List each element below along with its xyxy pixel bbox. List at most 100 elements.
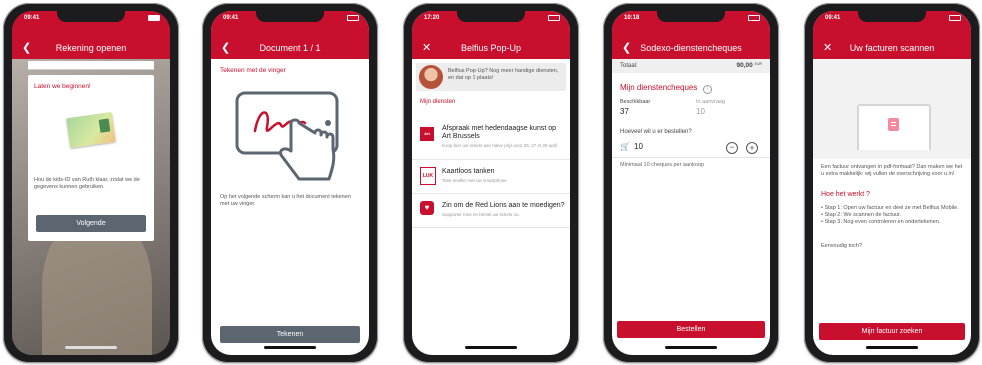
header: ❮ Sodexo-dienstencheques <box>612 39 770 57</box>
outro-text: Eenvoudig toch? <box>821 243 862 249</box>
home-indicator <box>264 346 316 349</box>
back-icon[interactable]: ❮ <box>622 39 631 57</box>
status-time: 09:41 <box>223 15 239 21</box>
screen: 10:18 ❮ Sodexo-dienstencheques Totaal: 9… <box>612 11 770 355</box>
document-line <box>891 122 896 123</box>
document-icon <box>888 118 899 131</box>
intro-text: Een factuur ontvangen in pdf-formaat? Da… <box>821 164 963 177</box>
header: ✕ Belfius Pop-Up <box>412 39 570 57</box>
luk-logo: LUK <box>420 167 436 185</box>
phone-dienstencheques: 10:18 ❮ Sodexo-dienstencheques Totaal: 9… <box>603 3 779 363</box>
id-photo <box>98 118 111 133</box>
close-icon[interactable]: ✕ <box>823 39 832 57</box>
list-item[interactable]: Art Afspraak met hedendaagse kunst op Ar… <box>412 119 570 160</box>
increase-button[interactable]: + <box>746 142 758 154</box>
page-title: Belfius Pop-Up <box>460 43 522 53</box>
home-indicator <box>665 346 717 349</box>
page-title: Rekening openen <box>55 43 127 53</box>
page-title: Sodexo-dienstencheques <box>640 43 742 53</box>
battery-icon <box>347 15 359 21</box>
total-value: 90,00 EUR <box>737 62 762 69</box>
status-time: 10:18 <box>624 15 640 21</box>
notch <box>256 11 324 22</box>
battery-icon <box>748 15 760 21</box>
step-text: Stap 3: Nog even controleren en ondertek… <box>824 219 941 225</box>
minimum-note: Minimaal 10 cheques per aankoop <box>620 162 705 168</box>
phone-facturen-scannen: 09:41 ✕ Uw facturen scannen Een factuur … <box>804 3 980 363</box>
total-amount: 90,00 <box>736 62 753 69</box>
card-text: Hou de kids-ID van Ruth klaar, zodat we … <box>34 177 140 190</box>
list-item-title: Kaartloos tanken <box>442 168 495 175</box>
battery-icon <box>148 15 160 21</box>
sign-button[interactable]: Tekenen <box>220 326 360 343</box>
home-indicator <box>866 346 918 349</box>
tablet-button <box>325 120 331 126</box>
page-title: Uw facturen scannen <box>849 43 935 53</box>
list-item-title: Zin om de Red Lions aan te moedigen? <box>442 202 565 209</box>
screen: 09:41 ❮ Document 1 / 1 Tekenen met de vi… <box>211 11 369 355</box>
back-icon[interactable]: ❮ <box>221 39 230 57</box>
order-question: Hoeveel wil u er bestellen? <box>620 129 692 135</box>
quantity-input[interactable]: 10 <box>634 142 643 151</box>
battery-icon <box>949 15 961 21</box>
section-title: Mijn dienstencheques i <box>620 83 712 94</box>
status-time: 09:41 <box>24 15 40 21</box>
step-item: • Stap 3: Nog even controleren en ondert… <box>821 219 941 225</box>
list-item[interactable]: LUK Kaartloos tanken Tank sneller met uw… <box>412 161 570 194</box>
header: ❮ Document 1 / 1 <box>211 39 369 57</box>
available-value: 37 <box>620 107 629 116</box>
step-item: • Stap 2: We scannen de factuur. <box>821 212 902 218</box>
next-button[interactable]: Volgende <box>36 215 146 232</box>
illustration-panel <box>813 59 971 159</box>
section-title-text: Mijn dienstencheques <box>620 83 698 92</box>
screen: 17:20 ✕ Belfius Pop-Up Belfius Pop-Up? N… <box>412 11 570 355</box>
heart-logo: ♥ <box>420 201 434 215</box>
page-title: Document 1 / 1 <box>259 43 321 53</box>
pending-label: In aanvraag <box>696 99 726 105</box>
list-item[interactable]: ♥ Zin om de Red Lions aan te moedigen? S… <box>412 195 570 228</box>
id-card-illustration <box>66 111 116 149</box>
phone-rekening-openen: 09:41 ❮ Rekening openen Laten we beginne… <box>3 3 179 363</box>
instruction-note: Op het volgende scherm kan u het documen… <box>220 194 351 207</box>
step-text: Stap 1: Open uw factuur en deel ze met B… <box>824 205 959 211</box>
phone-document: 09:41 ❮ Document 1 / 1 Tekenen met de vi… <box>202 3 378 363</box>
total-unit: EUR <box>754 62 762 66</box>
total-label: Totaal: <box>620 63 638 69</box>
list-item-desc: Tank sneller met uw smartphone <box>442 178 507 183</box>
document-line <box>891 125 896 126</box>
status-time: 17:20 <box>424 15 440 21</box>
card-heading: Laten we beginnen! <box>34 83 91 90</box>
input-strip <box>28 61 154 70</box>
home-indicator <box>465 346 517 349</box>
pending-value: 10 <box>696 107 705 116</box>
step-text: Stap 2: We scannen de factuur. <box>824 212 902 218</box>
signature-tablet-illustration <box>235 91 339 181</box>
promo-banner: Belfius Pop-Up? Nog meer handige dienste… <box>416 63 566 91</box>
decrease-button[interactable]: − <box>726 142 738 154</box>
list-item-title: Afspraak met hedendaagse kunst op Art Br… <box>442 125 557 140</box>
close-icon[interactable]: ✕ <box>422 39 431 57</box>
home-indicator <box>65 346 117 349</box>
back-icon[interactable]: ❮ <box>22 39 31 57</box>
total-row: Totaal: 90,00 EUR <box>612 59 770 73</box>
cart-icon: 🛒 <box>620 142 630 151</box>
order-button[interactable]: Bestellen <box>617 321 765 338</box>
section-title: Mijn diensten <box>420 99 456 105</box>
battery-icon <box>548 15 560 21</box>
instruction-text: Tekenen met de vinger <box>220 67 286 74</box>
notch <box>858 11 926 22</box>
how-it-works-title: Hoe het werkt ? <box>821 191 871 198</box>
divider <box>612 157 770 158</box>
available-label: Beschikbaar <box>620 99 651 105</box>
notch <box>657 11 725 22</box>
notch <box>57 11 125 22</box>
list-item-desc: Supporter mee en bestel uw tickets nu. <box>442 212 520 217</box>
scan-frame-icon <box>857 104 931 150</box>
step-item: • Stap 1: Open uw factuur en deel ze met… <box>821 205 959 211</box>
info-icon[interactable]: i <box>702 85 712 94</box>
screen: 09:41 ❮ Rekening openen Laten we beginne… <box>12 11 170 355</box>
steps-list: • Stap 1: Open uw factuur en deel ze met… <box>821 205 965 226</box>
art-brussels-logo: Art <box>420 127 434 141</box>
notch <box>457 11 525 22</box>
find-invoice-button[interactable]: Mijn factuur zoeken <box>819 323 965 340</box>
